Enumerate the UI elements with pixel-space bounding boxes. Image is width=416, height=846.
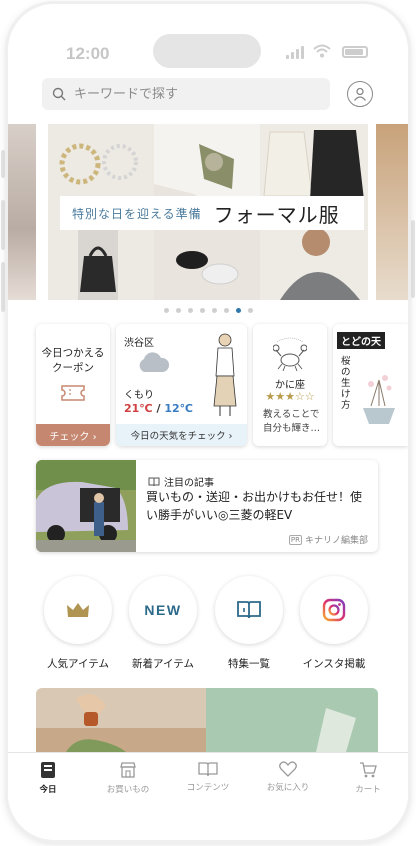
banner-caption: 特別な日を迎える準備 フォーマル服: [60, 196, 364, 230]
quick-link-circle[interactable]: [215, 576, 283, 644]
weather-temperatures: 21℃ / 12℃: [124, 402, 193, 415]
quick-link-features[interactable]: 特集一覧: [215, 576, 283, 671]
phone-frame: 12:00 キーワードで探す 特別な日を迎える準備 フォーマル服 今日つかえる …: [8, 4, 408, 840]
temp-low: 12℃: [164, 402, 193, 415]
article-source: PR キナリノ編集部: [288, 533, 368, 546]
status-time: 12:00: [66, 44, 110, 63]
tab-label: 今日: [39, 785, 57, 795]
tab-label: コンテンツ: [186, 783, 230, 793]
carousel-dot[interactable]: [247, 308, 253, 313]
featured-article-card[interactable]: 注目の記事 買いもの・送迎・お出かけもお任せ！使い勝手がいい◎三菱の軽EV PR…: [36, 460, 378, 552]
article-category: 注目の記事: [148, 474, 214, 489]
carousel-dot-active[interactable]: [235, 308, 241, 313]
wifi-icon: [313, 44, 331, 58]
horoscope-rating: ★★★☆☆: [265, 390, 315, 403]
signal-icon: [286, 46, 304, 59]
side-button: [411, 220, 415, 298]
cart-icon: [360, 762, 377, 778]
book-icon: [148, 477, 160, 486]
book-icon: [198, 762, 218, 777]
weather-card[interactable]: 渋谷区 くもり 21℃ / 12℃ 今日の天気をチェック ›: [116, 324, 247, 446]
seasonal-card-text: 桜の生け方: [341, 356, 351, 411]
article-category-label: 注目の記事: [164, 478, 214, 489]
banner-title: フォーマル服: [213, 202, 340, 227]
search-input[interactable]: [74, 86, 314, 102]
article-title: 買いもの・送迎・お出かけもお任せ！使い勝手がいい◎三菱の軽EV: [146, 490, 363, 522]
carousel-dots[interactable]: [8, 308, 408, 313]
article-source-label: キナリノ編集部: [304, 536, 368, 546]
cloud-icon: [139, 352, 170, 372]
horoscope-text: 教えることで 自分も輝き…: [263, 409, 321, 434]
search-bar[interactable]: [42, 78, 330, 110]
search-icon: [52, 87, 66, 101]
new-icon: NEW: [144, 602, 182, 618]
weather-description: くもり: [124, 390, 154, 401]
seasonal-card[interactable]: とどの天 桜の生け方: [333, 324, 408, 446]
feature-preview-card[interactable]: [36, 688, 378, 752]
quick-link-circle[interactable]: NEW: [129, 576, 197, 644]
banner-subtitle: 特別な日を迎える準備: [72, 206, 202, 221]
side-button: [1, 200, 5, 250]
quick-link-label: 人気アイテム: [47, 658, 109, 670]
tab-contents[interactable]: コンテンツ: [168, 753, 248, 808]
carousel-dot[interactable]: [163, 308, 169, 313]
coupon-check-button[interactable]: チェック ›: [36, 424, 110, 446]
tab-label: お気に入り: [266, 783, 310, 793]
tab-shopping[interactable]: お買いもの: [88, 753, 168, 808]
horoscope-sign: かに座: [275, 380, 305, 391]
quick-link-label: 新着アイテム: [132, 658, 194, 670]
pr-badge: PR: [288, 534, 302, 545]
instagram-icon: [322, 598, 346, 622]
quick-link-circle[interactable]: [300, 576, 368, 644]
ticket-icon: [61, 385, 85, 401]
carousel-dot[interactable]: [211, 308, 217, 313]
quick-link-popular[interactable]: 人気アイテム: [44, 576, 112, 671]
carousel-dot[interactable]: [187, 308, 193, 313]
shop-icon: [120, 762, 136, 778]
seasonal-card-heading: とどの天: [337, 332, 385, 349]
carousel-dot[interactable]: [175, 308, 181, 313]
temp-separator: /: [156, 402, 161, 415]
banner-carousel[interactable]: 特別な日を迎える準備 フォーマル服: [8, 124, 408, 300]
quick-link-label: インスタ掲載: [302, 658, 366, 670]
today-icon: [41, 762, 55, 778]
quick-link-circle[interactable]: [44, 576, 112, 644]
banner-next-slide[interactable]: [376, 124, 408, 300]
temp-high: 21℃: [124, 402, 153, 415]
side-button: [1, 262, 5, 312]
bottom-tab-bar: 今日 お買いもの コンテンツ お気に入り カート: [8, 752, 408, 808]
tab-favorites[interactable]: お気に入り: [248, 753, 328, 808]
tab-today[interactable]: 今日: [8, 753, 88, 808]
book-icon: [237, 601, 261, 619]
crown-icon: [67, 603, 89, 617]
coupon-title: 今日つかえる クーポン: [41, 347, 105, 374]
weather-region: 渋谷区: [124, 338, 154, 349]
dynamic-island: [153, 34, 261, 68]
feature-preview-image: [36, 688, 378, 752]
flower-vase-illustration: [363, 375, 395, 424]
tab-label: カート: [355, 785, 381, 795]
tab-cart[interactable]: カート: [328, 753, 408, 808]
side-button: [1, 150, 5, 178]
battery-icon: [342, 46, 368, 58]
coupon-card[interactable]: 今日つかえる クーポン チェック ›: [36, 324, 110, 446]
outfit-illustration: [213, 333, 237, 416]
quick-link-instagram[interactable]: インスタ掲載: [300, 576, 368, 671]
heart-icon: [279, 761, 297, 777]
account-button[interactable]: [347, 81, 373, 107]
carousel-dot[interactable]: [223, 308, 229, 313]
carousel-dot[interactable]: [199, 308, 205, 313]
tab-label: お買いもの: [106, 785, 150, 795]
banner-prev-slide[interactable]: [8, 124, 36, 300]
weather-check-button[interactable]: 今日の天気をチェック ›: [116, 424, 247, 446]
quick-link-label: 特集一覧: [228, 658, 270, 670]
quick-link-new[interactable]: NEW 新着アイテム: [129, 576, 197, 671]
horoscope-card[interactable]: かに座 ★★★☆☆ 教えることで 自分も輝き…: [253, 324, 327, 446]
crab-icon: [273, 337, 307, 372]
article-thumbnail: [36, 460, 136, 552]
user-icon: [353, 87, 367, 101]
